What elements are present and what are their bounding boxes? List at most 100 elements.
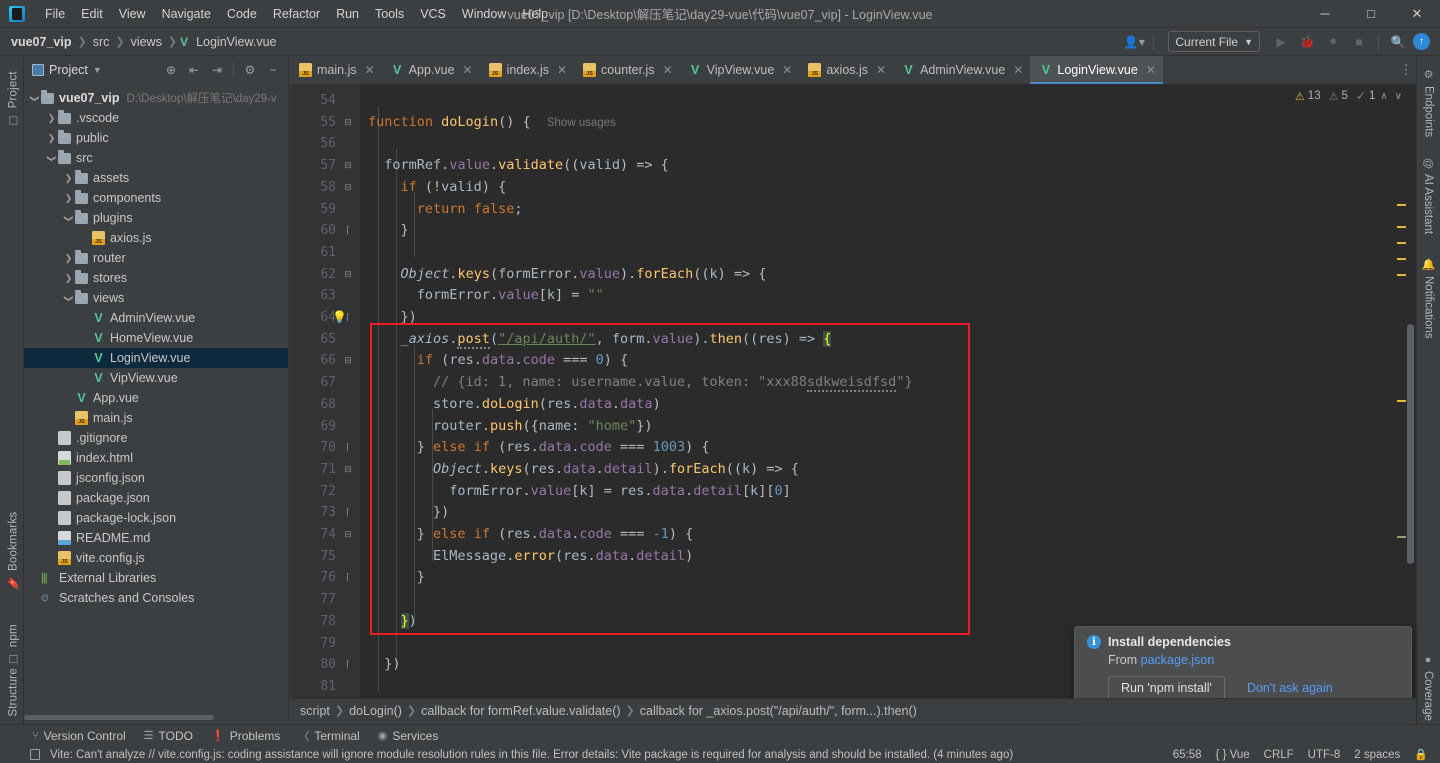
editor-tab-index-js[interactable]: index.js✕ bbox=[480, 56, 574, 84]
chevron-right-icon[interactable]: ❯ bbox=[62, 273, 75, 284]
code-line[interactable]: }) bbox=[360, 502, 1416, 524]
tree-node-views[interactable]: ❯views bbox=[24, 288, 288, 308]
editor-gutter[interactable]: 5455⊟5657⊟58⊟5960⌈6162⊟6364⌈💡6566⊟676869… bbox=[290, 84, 360, 698]
fold-collapse-icon[interactable]: ⊟ bbox=[342, 112, 354, 134]
tree-node-main-js[interactable]: main.js bbox=[24, 408, 288, 428]
chevron-right-icon[interactable]: ❯ bbox=[45, 113, 58, 124]
close-tab-icon[interactable]: ✕ bbox=[463, 63, 473, 77]
tool-button-services[interactable]: ◉ Services bbox=[378, 729, 439, 743]
breadcrumb-item-validate-callback[interactable]: callback for formRef.value.validate() bbox=[421, 704, 620, 718]
caret-position[interactable]: 65:58 bbox=[1173, 749, 1202, 761]
code-line[interactable]: } else if (res.data.code === -1) { bbox=[360, 524, 1416, 546]
tree-node-router[interactable]: ❯router bbox=[24, 248, 288, 268]
nav-crumb-src[interactable]: src bbox=[90, 34, 113, 50]
tree-node-vue07-vip[interactable]: ❯vue07_vipD:\Desktop\解压笔记\day29-v bbox=[24, 88, 288, 108]
code-line[interactable]: router.push({name: "home"}) bbox=[360, 416, 1416, 438]
breadcrumb-item-function[interactable]: doLogin() bbox=[349, 704, 402, 718]
close-button[interactable]: ✕ bbox=[1394, 0, 1440, 28]
close-tab-icon[interactable]: ✕ bbox=[1013, 63, 1023, 77]
tool-tab-endpoints[interactable]: ⚙ Endpoints bbox=[1419, 62, 1438, 143]
tree-node-vipview-vue[interactable]: VVipView.vue bbox=[24, 368, 288, 388]
project-horizontal-scrollbar[interactable] bbox=[24, 715, 214, 720]
project-tree[interactable]: ❯vue07_vipD:\Desktop\解压笔记\day29-v❯.vscod… bbox=[24, 84, 288, 608]
next-problem-icon[interactable]: ∨ bbox=[1393, 91, 1404, 102]
code-line[interactable]: // {id: 1, name: username.value, token: … bbox=[360, 372, 1416, 394]
tool-tab-ai-assistant[interactable]: @ AI Assistant bbox=[1419, 152, 1437, 240]
minimize-button[interactable]: ─ bbox=[1302, 0, 1348, 28]
tree-node-readme-md[interactable]: README.md bbox=[24, 528, 288, 548]
code-line[interactable]: if (!valid) { bbox=[360, 177, 1416, 199]
line-separator[interactable]: CRLF bbox=[1264, 749, 1294, 761]
menu-item-view[interactable]: View bbox=[111, 3, 154, 25]
code-line[interactable]: }) bbox=[360, 307, 1416, 329]
fold-collapse-icon[interactable]: ⊟ bbox=[342, 524, 354, 546]
menu-item-edit[interactable]: Edit bbox=[73, 3, 111, 25]
editor-vertical-scrollbar[interactable] bbox=[1407, 324, 1414, 564]
editor-tab-main-js[interactable]: main.js✕ bbox=[290, 56, 382, 84]
error-stripe-mark[interactable] bbox=[1397, 536, 1406, 538]
inspection-widget[interactable]: ⚠ 13 ⚠ 5 ✓ 1 ∧ ∨ bbox=[1295, 84, 1404, 108]
tool-tab-notifications[interactable]: 🔔 Notifications bbox=[1419, 252, 1438, 345]
run-configuration-selector[interactable]: Current File ▼ bbox=[1168, 31, 1260, 52]
menu-item-navigate[interactable]: Navigate bbox=[154, 3, 219, 25]
menu-item-tools[interactable]: Tools bbox=[367, 3, 412, 25]
tree-node-scratches-and-consoles[interactable]: ⏲Scratches and Consoles bbox=[24, 588, 288, 608]
locate-icon[interactable]: ⊕ bbox=[160, 59, 182, 81]
editor-tab-axios-js[interactable]: axios.js✕ bbox=[799, 56, 893, 84]
fold-end-icon[interactable]: ⌈ bbox=[342, 654, 354, 676]
menu-item-refactor[interactable]: Refactor bbox=[265, 3, 328, 25]
fold-end-icon[interactable]: ⌈ bbox=[342, 502, 354, 524]
close-tab-icon[interactable]: ✕ bbox=[876, 63, 886, 77]
editor-tab-loginview-vue[interactable]: VLoginView.vue✕ bbox=[1030, 56, 1162, 84]
code-line[interactable] bbox=[360, 133, 1416, 155]
menu-item-window[interactable]: Window bbox=[454, 3, 514, 25]
tree-node-plugins[interactable]: ❯plugins bbox=[24, 208, 288, 228]
error-stripe-mark[interactable] bbox=[1397, 204, 1406, 206]
nav-crumb-project[interactable]: vue07_vip bbox=[8, 34, 74, 50]
debug-icon[interactable]: 🐞 bbox=[1296, 31, 1318, 53]
maximize-button[interactable]: □ bbox=[1348, 0, 1394, 28]
tool-tab-bookmarks[interactable]: 🔖 Bookmarks bbox=[3, 505, 24, 597]
editor-tab-vipview-vue[interactable]: VVipView.vue✕ bbox=[680, 56, 800, 84]
code-line[interactable]: Object.keys(res.data.detail).forEach((k)… bbox=[360, 459, 1416, 481]
chevron-down-icon[interactable]: ❯ bbox=[63, 292, 74, 305]
chevron-right-icon[interactable]: ❯ bbox=[62, 173, 75, 184]
editor-tabs-more-icon[interactable]: ⋮ bbox=[1396, 56, 1416, 84]
tool-tab-coverage[interactable]: ● Coverage bbox=[1419, 648, 1437, 727]
tree-node-adminview-vue[interactable]: VAdminView.vue bbox=[24, 308, 288, 328]
tool-button-problems[interactable]: ❗ Problems bbox=[211, 729, 280, 743]
editor-tab-counter-js[interactable]: counter.js✕ bbox=[574, 56, 680, 84]
tree-node-public[interactable]: ❯public bbox=[24, 128, 288, 148]
code-line[interactable] bbox=[360, 242, 1416, 264]
code-line[interactable]: formError.value[k] = res.data.detail[k][… bbox=[360, 481, 1416, 503]
error-stripe-mark[interactable] bbox=[1397, 226, 1406, 228]
chevron-down-icon[interactable]: ❯ bbox=[46, 152, 57, 165]
tool-tab-project[interactable]: ☐ Project bbox=[3, 64, 24, 133]
breadcrumb-item-script[interactable]: script bbox=[300, 704, 330, 718]
tree-node-jsconfig-json[interactable]: jsconfig.json bbox=[24, 468, 288, 488]
code-editor[interactable]: 5455⊟5657⊟58⊟5960⌈6162⊟6364⌈💡6566⊟676869… bbox=[290, 84, 1416, 698]
stop-icon[interactable]: ■ bbox=[1348, 31, 1370, 53]
editor-tab-app-vue[interactable]: VApp.vue✕ bbox=[382, 56, 480, 84]
menu-item-file[interactable]: File bbox=[37, 3, 73, 25]
run-with-coverage-icon[interactable]: ⏺ bbox=[1322, 31, 1344, 53]
tool-button-todo[interactable]: ☰ TODO bbox=[144, 729, 193, 743]
project-panel-title[interactable]: Project ▼ bbox=[32, 63, 102, 77]
settings-gear-icon[interactable]: ⚙ bbox=[239, 59, 261, 81]
show-usages-hint[interactable]: Show usages bbox=[547, 117, 616, 129]
code-line[interactable] bbox=[360, 90, 1416, 112]
close-tab-icon[interactable]: ✕ bbox=[663, 63, 673, 77]
update-icon[interactable]: ↑ bbox=[1413, 33, 1430, 50]
status-message[interactable]: Vite: Can't analyze // vite.config.js: c… bbox=[50, 749, 1013, 761]
tree-node-vite-config-js[interactable]: vite.config.js bbox=[24, 548, 288, 568]
code-line[interactable]: ElMessage.error(res.data.detail) bbox=[360, 546, 1416, 568]
event-log-icon[interactable] bbox=[30, 749, 40, 760]
profile-icon[interactable]: 👤▾ bbox=[1123, 31, 1145, 53]
tree-node-gitignore[interactable]: .gitignore bbox=[24, 428, 288, 448]
chevron-right-icon[interactable]: ❯ bbox=[45, 133, 58, 144]
close-tab-icon[interactable]: ✕ bbox=[557, 63, 567, 77]
editor-code-area[interactable]: function doLogin() { Show usages formRef… bbox=[360, 84, 1416, 698]
chevron-right-icon[interactable]: ❯ bbox=[62, 253, 75, 264]
fold-end-icon[interactable]: ⌈ bbox=[342, 220, 354, 242]
tree-node-app-vue[interactable]: VApp.vue bbox=[24, 388, 288, 408]
